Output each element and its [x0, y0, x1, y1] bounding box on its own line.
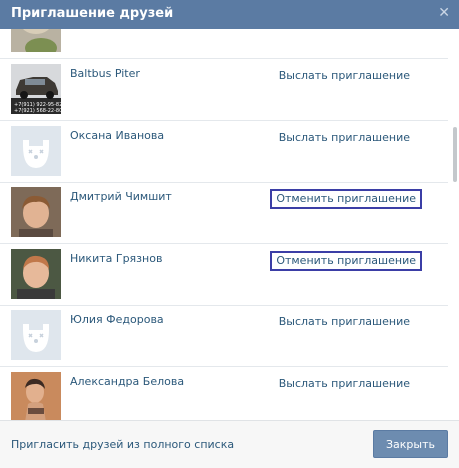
photo-avatar-icon [11, 372, 61, 420]
friend-avatar[interactable] [11, 29, 61, 52]
close-button[interactable]: Закрыть [373, 430, 448, 458]
friend-name[interactable]: Дмитрий Чимшит [70, 190, 172, 203]
dialog-title-bar: Приглашение друзей ✕ [0, 0, 459, 29]
invite-friends-dialog: Приглашение друзей ✕ +7(911) 922-95-82 +… [0, 0, 459, 468]
friend-row: Александра Белова Выслать приглашение [0, 367, 448, 420]
default-dog-avatar-icon [11, 126, 61, 176]
default-dog-avatar-icon [11, 310, 61, 360]
scrollbar-thumb[interactable] [453, 127, 457, 182]
friends-list[interactable]: +7(911) 922-95-82 +7(921) 568-22-80 Balt… [0, 29, 459, 420]
friend-name[interactable]: Юлия Федорова [70, 313, 164, 326]
friend-name[interactable]: Александра Белова [70, 375, 184, 388]
photo-avatar-icon [11, 29, 61, 52]
send-invite-link[interactable]: Выслать приглашение [279, 315, 410, 328]
photo-avatar-icon [11, 187, 61, 237]
send-invite-link[interactable]: Выслать приглашение [279, 131, 410, 144]
friend-row: Никита Грязнов Отменить приглашение [0, 244, 448, 306]
send-invite-link[interactable]: Выслать приглашение [279, 377, 410, 390]
dialog-footer: Пригласить друзей из полного списка Закр… [0, 420, 459, 468]
friend-row: Юлия Федорова Выслать приглашение [0, 305, 448, 367]
photo-avatar-icon [11, 249, 61, 299]
dialog-title: Приглашение друзей [11, 6, 174, 21]
close-icon[interactable]: ✕ [438, 5, 450, 21]
send-invite-link[interactable]: Выслать приглашение [279, 69, 410, 82]
invite-from-full-list-link[interactable]: Пригласить друзей из полного списка [11, 438, 234, 451]
friend-avatar[interactable] [11, 372, 61, 420]
friend-avatar[interactable] [11, 310, 61, 360]
friend-row: Дмитрий Чимшит Отменить приглашение [0, 182, 448, 244]
friend-row: +7(911) 922-95-82 +7(921) 568-22-80 Balt… [0, 59, 448, 121]
car-photo-icon: +7(911) 922-95-82 +7(921) 568-22-80 [11, 64, 61, 114]
friend-avatar[interactable] [11, 126, 61, 176]
friend-name[interactable]: Никита Грязнов [70, 252, 162, 265]
friend-avatar[interactable] [11, 249, 61, 299]
svg-text:+7(921) 568-22-80: +7(921) 568-22-80 [14, 108, 61, 114]
friend-name[interactable]: Baltbus Piter [70, 67, 140, 80]
friend-avatar[interactable]: +7(911) 922-95-82 +7(921) 568-22-80 [11, 64, 61, 114]
friend-row [0, 29, 448, 59]
friend-name[interactable]: Оксана Иванова [70, 129, 164, 142]
cancel-invite-link[interactable]: Отменить приглашение [270, 251, 422, 271]
friend-avatar[interactable] [11, 187, 61, 237]
cancel-invite-link[interactable]: Отменить приглашение [270, 189, 422, 209]
friend-row: Оксана Иванова Выслать приглашение [0, 121, 448, 183]
